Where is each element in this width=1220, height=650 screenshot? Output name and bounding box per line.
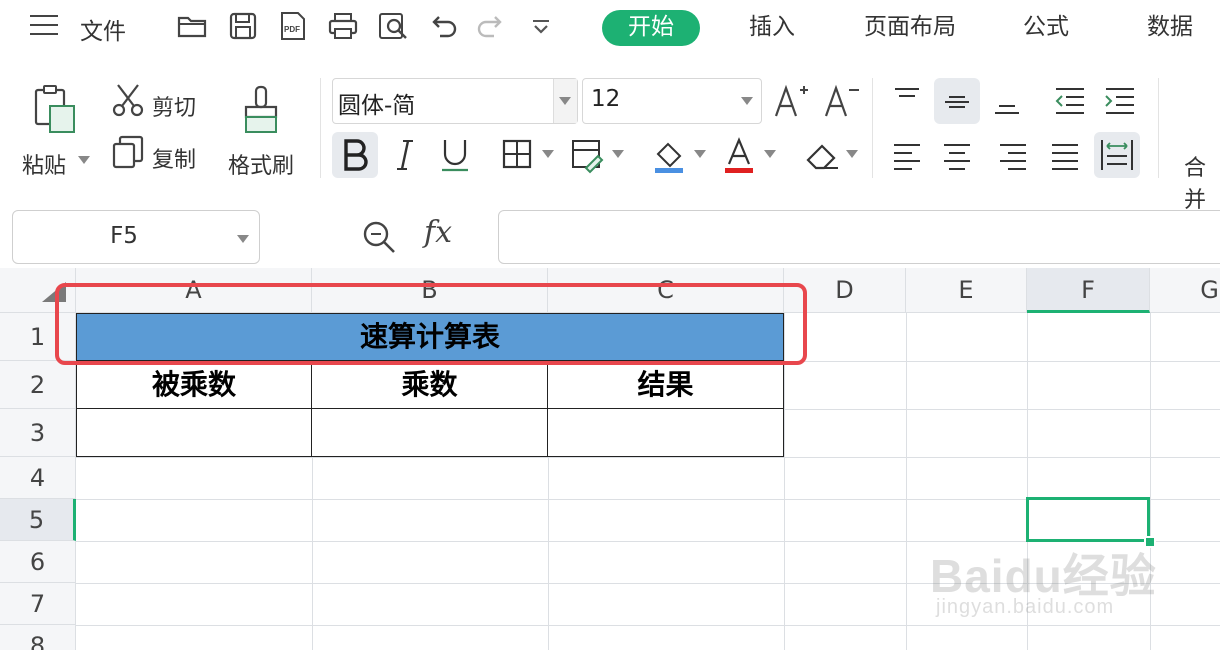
cell-format-dropdown-icon[interactable]	[612, 150, 624, 158]
tab-home[interactable]: 开始	[602, 10, 700, 46]
column-header-e[interactable]: E	[906, 268, 1027, 313]
zoom-search-icon[interactable]	[360, 218, 398, 256]
row-header-3[interactable]: 3	[0, 409, 76, 457]
font-color-icon[interactable]	[716, 132, 762, 178]
format-painter-icon[interactable]	[238, 84, 284, 138]
menu-icon[interactable]	[30, 15, 60, 37]
header-cell-c2[interactable]: 结果	[547, 361, 784, 409]
watermark-url: jingyan.baidu.com	[936, 596, 1115, 618]
redo-icon[interactable]	[474, 10, 508, 42]
format-painter-button[interactable]: 格式刷	[228, 148, 294, 180]
cell-format-icon[interactable]	[564, 132, 610, 178]
align-bottom-icon[interactable]	[984, 78, 1030, 124]
eraser-icon[interactable]	[800, 132, 846, 178]
header-cell-a2[interactable]: 被乘数	[76, 361, 312, 409]
copy-icon[interactable]	[110, 134, 146, 170]
decrease-font-size-button[interactable]	[818, 78, 864, 124]
tab-page-layout[interactable]: 页面布局	[855, 10, 965, 46]
fill-color-dropdown-icon[interactable]	[694, 150, 706, 158]
increase-font-size-button[interactable]	[768, 78, 814, 124]
eraser-dropdown-icon[interactable]	[846, 150, 858, 158]
ribbon-separator	[872, 78, 873, 178]
header-cell-b2[interactable]: 乘数	[311, 361, 548, 409]
italic-button[interactable]	[382, 132, 428, 178]
insert-function-button[interactable]: fx	[424, 215, 452, 250]
undo-icon[interactable]	[426, 10, 460, 42]
align-left-icon[interactable]	[884, 132, 930, 178]
name-box[interactable]: F5	[12, 210, 260, 264]
paste-button[interactable]: 粘贴	[22, 148, 66, 180]
align-center-icon[interactable]	[934, 132, 980, 178]
cell-b3[interactable]	[311, 408, 548, 457]
align-right-icon[interactable]	[990, 132, 1036, 178]
file-menu[interactable]: 文件	[80, 12, 126, 46]
align-top-icon[interactable]	[884, 78, 930, 124]
justify-icon[interactable]	[1042, 132, 1088, 178]
tab-insert[interactable]: 插入	[730, 10, 814, 46]
row-header-5[interactable]: 5	[0, 499, 76, 541]
active-cell-f5[interactable]	[1026, 497, 1150, 542]
tab-data[interactable]: 数据	[1128, 10, 1212, 46]
svg-text:PDF: PDF	[284, 25, 300, 34]
row-header-7[interactable]: 7	[0, 583, 76, 625]
font-name-dropdown-icon	[559, 97, 571, 105]
ribbon-separator	[1158, 78, 1159, 178]
font-size-value: 12	[591, 86, 621, 112]
paste-dropdown-icon[interactable]	[78, 156, 90, 164]
row-header-6[interactable]: 6	[0, 541, 76, 583]
borders-dropdown-icon[interactable]	[542, 150, 554, 158]
export-pdf-icon[interactable]: PDF	[276, 10, 310, 42]
copy-button[interactable]: 复制	[152, 142, 196, 174]
tab-formulas[interactable]: 公式	[1004, 10, 1088, 46]
print-icon[interactable]	[326, 10, 360, 42]
paste-icon[interactable]	[30, 82, 80, 138]
name-box-dropdown-icon	[237, 235, 249, 243]
row-header-4[interactable]: 4	[0, 457, 76, 499]
watermark: Baidu经验 jingyan.baidu.com	[930, 540, 1190, 630]
font-size-select[interactable]: 12	[582, 78, 762, 124]
distributed-align-icon[interactable]	[1094, 132, 1140, 178]
menu-bar: 文件 PDF 开始 插入 页面布局 公式 数据	[0, 0, 1220, 52]
more-dropdown-icon[interactable]	[524, 10, 558, 42]
open-folder-icon[interactable]	[176, 10, 210, 42]
font-color-dropdown-icon[interactable]	[764, 150, 776, 158]
row-header-8[interactable]: 8	[0, 625, 76, 650]
fill-color-icon[interactable]	[646, 132, 692, 178]
font-name-value: 圆体-简	[338, 93, 416, 119]
cell-a3[interactable]	[76, 408, 312, 457]
ribbon-separator	[320, 78, 321, 178]
cut-button[interactable]: 剪切	[152, 90, 196, 122]
column-header-f[interactable]: F	[1027, 268, 1150, 313]
underline-button[interactable]	[432, 132, 478, 178]
merge-button[interactable]: 合并	[1184, 150, 1220, 214]
row-header-2[interactable]: 2	[0, 361, 76, 409]
highlight-annotation-box	[55, 283, 807, 365]
cell-c3[interactable]	[547, 408, 784, 457]
borders-icon[interactable]	[494, 132, 540, 178]
scissors-icon[interactable]	[110, 82, 146, 118]
column-header-g[interactable]: G	[1150, 268, 1220, 313]
increase-indent-icon[interactable]	[1096, 78, 1142, 124]
align-middle-icon[interactable]	[934, 78, 980, 124]
decrease-indent-icon[interactable]	[1046, 78, 1092, 124]
font-name-select[interactable]: 圆体-简	[332, 78, 578, 124]
font-size-dropdown-icon	[741, 97, 753, 105]
bold-button[interactable]	[332, 132, 378, 178]
print-preview-icon[interactable]	[376, 10, 410, 42]
name-box-value: F5	[110, 223, 138, 249]
save-icon[interactable]	[226, 10, 260, 42]
formula-input[interactable]	[498, 210, 1220, 264]
